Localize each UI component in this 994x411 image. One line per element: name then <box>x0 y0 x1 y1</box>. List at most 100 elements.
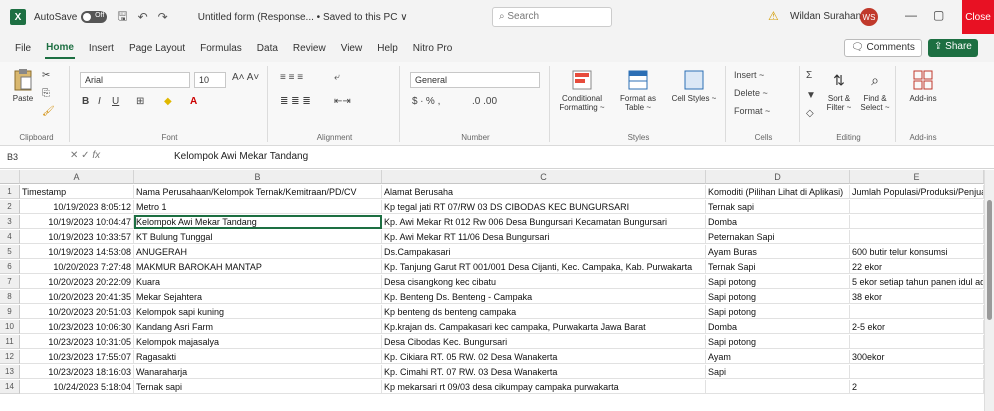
user-name[interactable]: Wildan Surahan <box>790 11 861 22</box>
table-cell[interactable]: Wanaraharja <box>134 365 382 379</box>
column-header-b[interactable]: B <box>134 170 382 184</box>
table-cell[interactable]: 10/19/2023 10:33:57 <box>20 230 134 244</box>
tab-nitro-pro[interactable]: Nitro Pro <box>412 39 453 58</box>
sort-filter-button[interactable]: ⇅ Sort & Filter ~ <box>822 68 856 112</box>
table-cell[interactable]: Kp. Awi Mekar Rt 012 Rw 006 Desa Bungurs… <box>382 215 706 229</box>
table-cell[interactable]: Kp. Tanjung Garut RT 001/001 Desa Cijant… <box>382 260 706 274</box>
share-button[interactable]: ⇪ Share <box>928 39 978 57</box>
table-cell[interactable] <box>850 200 984 214</box>
redo-icon[interactable]: ↷ <box>158 10 168 24</box>
conditional-formatting-button[interactable]: Conditional Formatting ~ <box>556 68 608 112</box>
maximize-icon[interactable]: ▢ <box>933 8 944 22</box>
table-cell[interactable]: Kelompok sapi kuning <box>134 305 382 319</box>
table-cell[interactable] <box>850 335 984 349</box>
table-cell[interactable]: Kuara <box>134 275 382 289</box>
font-name-select[interactable]: Arial <box>80 72 190 88</box>
table-cell[interactable] <box>850 215 984 229</box>
table-cell[interactable]: Kelompok majasalya <box>134 335 382 349</box>
header-cell[interactable]: Timestamp <box>20 185 134 199</box>
left-align-icon[interactable]: ≣ ≣ ≣ <box>280 96 311 107</box>
table-cell[interactable]: 600 butir telur konsumsi <box>850 245 984 259</box>
search-input[interactable]: ⌕ Search <box>492 7 612 27</box>
insert-function-button[interactable]: fx <box>92 150 100 161</box>
table-cell[interactable]: 5 ekor setiap tahun panen idul adha <box>850 275 984 289</box>
select-all-corner[interactable] <box>0 170 20 184</box>
column-header-c[interactable]: C <box>382 170 706 184</box>
table-cell[interactable]: Kp. Cikiara RT. 05 RW. 02 Desa Wanakerta <box>382 350 706 364</box>
table-cell[interactable]: KT Bulung Tunggal <box>134 230 382 244</box>
format-cells-button[interactable]: Format ~ <box>734 106 770 116</box>
table-cell[interactable]: Kp tegal jati RT 07/RW 03 DS CIBODAS KEC… <box>382 200 706 214</box>
font-color-icon[interactable]: A <box>190 96 197 107</box>
table-cell[interactable]: Kp. Benteng Ds. Benteng - Campaka <box>382 290 706 304</box>
table-cell[interactable]: 10/23/2023 10:31:05 <box>20 335 134 349</box>
table-cell[interactable]: 300ekor <box>850 350 984 364</box>
format-as-table-button[interactable]: Format as Table ~ <box>612 68 664 112</box>
autosum-icon[interactable]: Σ <box>806 70 812 81</box>
vertical-scrollbar[interactable] <box>984 170 994 411</box>
close-button[interactable]: Close <box>962 0 994 34</box>
table-cell[interactable]: 2-5 ekor <box>850 320 984 334</box>
table-cell[interactable]: Ternak sapi <box>706 200 850 214</box>
row-header[interactable]: 3 <box>0 215 20 229</box>
header-cell[interactable]: Alamat Berusaha <box>382 185 706 199</box>
column-header-e[interactable]: E <box>850 170 984 184</box>
tab-view[interactable]: View <box>340 39 364 58</box>
table-cell[interactable]: Ayam Buras <box>706 245 850 259</box>
name-box[interactable]: B3 <box>4 150 64 166</box>
clear-icon[interactable]: ◇ <box>806 108 814 119</box>
row-header[interactable]: 14 <box>0 380 20 394</box>
fill-color-icon[interactable]: ◆ <box>164 96 172 107</box>
table-cell[interactable] <box>850 305 984 319</box>
table-cell[interactable]: 10/24/2023 5:18:04 <box>20 380 134 394</box>
tab-review[interactable]: Review <box>292 39 327 58</box>
comments-button[interactable]: 🗨 Comments <box>844 39 922 57</box>
currency-icon[interactable]: $ ∙ % , <box>412 96 440 107</box>
insert-cells-button[interactable]: Insert ~ <box>734 70 764 80</box>
borders-icon[interactable]: ⊞ <box>136 96 144 107</box>
wrap-text-icon[interactable]: ⤶ <box>334 72 340 83</box>
fill-icon[interactable]: ▼ <box>806 90 816 101</box>
minimize-icon[interactable]: — <box>905 8 917 22</box>
row-header[interactable]: 9 <box>0 305 20 319</box>
find-select-button[interactable]: ⌕ Find & Select ~ <box>858 68 892 112</box>
table-cell[interactable]: Domba <box>706 320 850 334</box>
table-cell[interactable]: Kp. Awi Mekar RT 11/06 Desa Bungursari <box>382 230 706 244</box>
row-header[interactable]: 1 <box>0 185 20 199</box>
document-title[interactable]: Untitled form (Response... • Saved to th… <box>198 12 408 23</box>
tab-file[interactable]: File <box>14 39 32 58</box>
table-cell[interactable]: 10/20/2023 20:41:35 <box>20 290 134 304</box>
table-cell[interactable]: Ternak Sapi <box>706 260 850 274</box>
cell-styles-button[interactable]: Cell Styles ~ <box>668 68 720 103</box>
table-cell[interactable]: Sapi potong <box>706 275 850 289</box>
row-header[interactable]: 4 <box>0 230 20 244</box>
table-cell[interactable]: 10/20/2023 20:22:09 <box>20 275 134 289</box>
formula-input[interactable]: Kelompok Awi Mekar Tandang <box>174 151 308 162</box>
table-cell[interactable]: Kp.krajan ds. Campakasari kec campaka, P… <box>382 320 706 334</box>
cancel-icon[interactable]: ✕ <box>70 150 78 161</box>
column-header-a[interactable]: A <box>20 170 134 184</box>
tab-insert[interactable]: Insert <box>88 39 115 58</box>
table-cell[interactable]: Peternakan Sapi <box>706 230 850 244</box>
table-cell[interactable] <box>850 365 984 379</box>
undo-icon[interactable]: ↶ <box>138 10 148 24</box>
header-cell[interactable]: Komoditi (Pilihan Lihat di Aplikasi) <box>706 185 850 199</box>
cut-icon[interactable]: ✂ <box>42 70 50 81</box>
table-cell[interactable]: 10/19/2023 8:05:12 <box>20 200 134 214</box>
table-cell[interactable]: Kp. Cimahi RT. 07 RW. 03 Desa Wanakerta <box>382 365 706 379</box>
tab-formulas[interactable]: Formulas <box>199 39 243 58</box>
row-header[interactable]: 6 <box>0 260 20 274</box>
tab-data[interactable]: Data <box>256 39 279 58</box>
row-header[interactable]: 12 <box>0 350 20 364</box>
table-cell[interactable]: Kandang Asri Farm <box>134 320 382 334</box>
row-header[interactable]: 8 <box>0 290 20 304</box>
decimal-icon[interactable]: .0 .00 <box>472 96 497 107</box>
autosave-toggle[interactable]: Off <box>81 11 108 23</box>
table-cell[interactable]: Kelompok Awi Mekar Tandang <box>134 215 382 229</box>
table-cell[interactable]: 10/19/2023 14:53:08 <box>20 245 134 259</box>
table-cell[interactable]: 22 ekor <box>850 260 984 274</box>
row-header[interactable]: 7 <box>0 275 20 289</box>
warning-icon[interactable]: ⚠ <box>768 9 779 23</box>
table-cell[interactable]: Ds.Campakasari <box>382 245 706 259</box>
save-icon[interactable]: 🖫 <box>117 7 127 28</box>
